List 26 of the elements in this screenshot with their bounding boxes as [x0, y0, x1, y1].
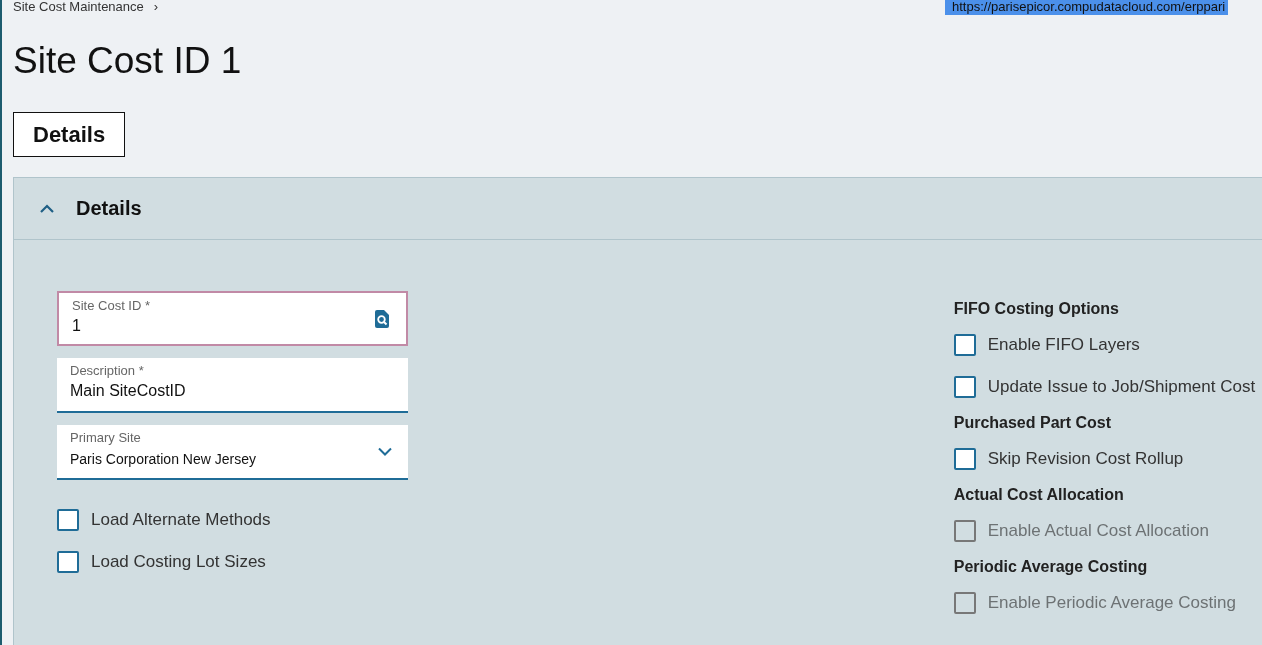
- checkbox[interactable]: [57, 509, 79, 531]
- chevron-down-icon[interactable]: [377, 447, 392, 456]
- input-field[interactable]: Description * Main SiteCostID: [57, 358, 408, 413]
- checkbox-option[interactable]: Update Issue to Job/Shipment Cost: [953, 366, 1262, 408]
- checkbox[interactable]: [953, 334, 976, 356]
- section-heading: FIFO Costing Options: [953, 299, 1120, 319]
- section-heading: Purchased Part Cost: [953, 413, 1113, 433]
- chevron-up-icon[interactable]: [40, 204, 54, 213]
- input-field[interactable]: Site Cost ID * 1: [57, 291, 408, 346]
- checkbox-option[interactable]: Skip Revision Cost Rollup: [953, 438, 1262, 480]
- dropdown-field[interactable]: Primary Site Paris Corporation New Jersey: [57, 425, 408, 480]
- page-title: Site Cost ID 1: [13, 39, 243, 83]
- section-heading: Actual Cost Allocation: [953, 485, 1125, 505]
- checkbox[interactable]: [57, 551, 79, 573]
- url-tooltip: https://parisepicor.compudatacloud.com/erppari: [945, 0, 1229, 15]
- tab[interactable]: Details: [13, 112, 126, 157]
- section-heading: Periodic Average Costing: [953, 557, 1149, 577]
- breadcrumb-link[interactable]: Site Cost Maintenance: [13, 0, 144, 14]
- checkbox-option[interactable]: Enable FIFO Layers: [953, 324, 1262, 366]
- search-icon[interactable]: [373, 309, 390, 328]
- checkbox[interactable]: [953, 376, 976, 398]
- panel-title: Details: [76, 197, 142, 220]
- checkbox[interactable]: [953, 448, 976, 470]
- checkbox-option[interactable]: Load Alternate Methods: [57, 499, 408, 541]
- breadcrumb-separator: ›: [153, 0, 159, 14]
- checkbox-option[interactable]: Load Costing Lot Sizes: [57, 541, 408, 583]
